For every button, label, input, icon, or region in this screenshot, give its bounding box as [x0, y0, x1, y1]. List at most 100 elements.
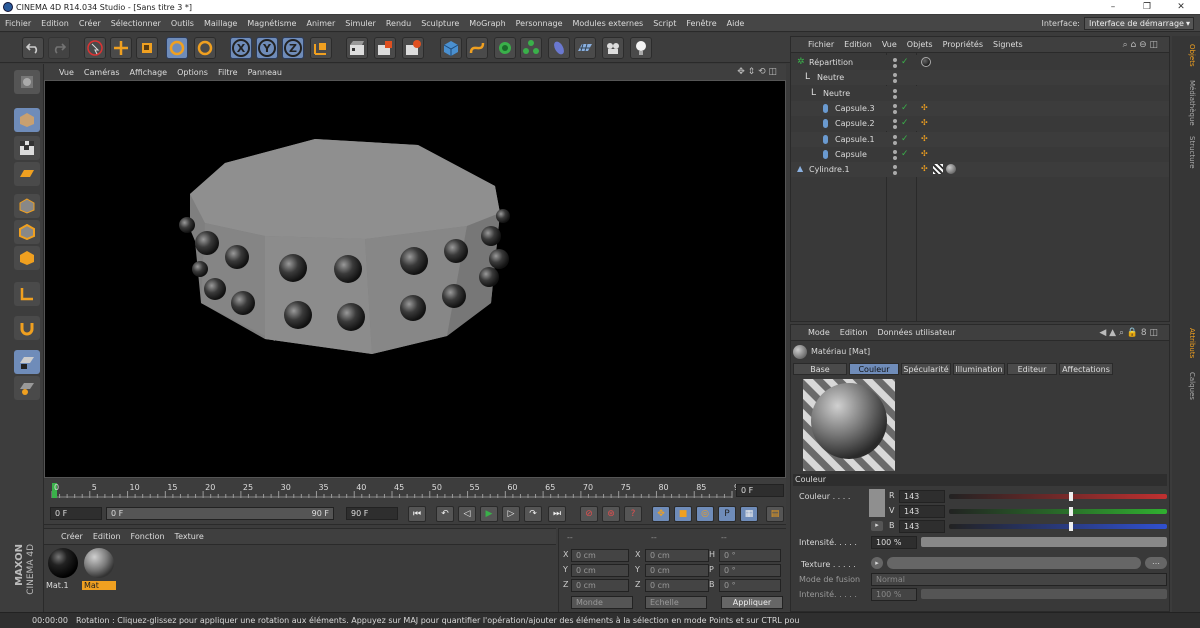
next-frame-icon[interactable]: ▷	[502, 506, 520, 522]
points-mode-icon[interactable]	[14, 194, 40, 218]
tab-attributs[interactable]: Attributs	[1176, 328, 1196, 358]
coord-value-field[interactable]: 0 °	[719, 549, 781, 562]
coord-value-field[interactable]: 0 cm	[645, 564, 709, 577]
viewport-menu-options[interactable]: Options	[172, 68, 213, 77]
phong-tag-icon[interactable]: ✣	[921, 149, 928, 158]
viewport-menu-vue[interactable]: Vue	[54, 68, 79, 77]
menu-outils[interactable]: Outils	[166, 19, 199, 28]
objects-menu-fichier[interactable]: Fichier	[803, 40, 839, 49]
object-row[interactable]: Capsule ✓ ✣	[791, 146, 1169, 162]
enabled-check-icon[interactable]: ✓	[901, 118, 909, 128]
material-tag-icon[interactable]	[921, 57, 931, 67]
texture-toggle-icon[interactable]: ▸	[871, 557, 883, 569]
cube-icon[interactable]	[440, 37, 462, 59]
coord-value-field[interactable]: 0 cm	[571, 564, 629, 577]
enabled-check-icon[interactable]: ✓	[901, 134, 909, 144]
phong-tag-icon[interactable]: ✣	[921, 118, 928, 127]
spline-icon[interactable]	[466, 37, 488, 59]
material-menu-fonction[interactable]: Fonction	[126, 532, 170, 541]
camera-icon[interactable]	[602, 37, 624, 59]
recent-tool-icon[interactable]	[194, 37, 216, 59]
objects-menu-proprietes[interactable]: Propriétés	[938, 40, 988, 49]
attr-menu-mode[interactable]: Mode	[803, 328, 835, 337]
key-position-icon[interactable]: ✥	[652, 506, 670, 522]
scale-icon[interactable]	[136, 37, 158, 59]
object-row[interactable]: Capsule.2 ✓ ✣	[791, 116, 1169, 132]
attr-tab[interactable]: Couleur	[849, 363, 899, 375]
object-row[interactable]: L Neutre	[791, 70, 1169, 86]
render-visibility-dot[interactable]	[893, 79, 897, 84]
go-to-start-icon[interactable]: ⏮	[408, 506, 426, 522]
texture-field[interactable]	[887, 557, 1141, 569]
viewport-menu-cameras[interactable]: Caméras	[79, 68, 125, 77]
tab-calques[interactable]: Calques	[1176, 372, 1196, 400]
key-rotation-icon[interactable]: ◎	[696, 506, 714, 522]
attr-tab[interactable]: Base	[793, 363, 847, 375]
start-frame-field[interactable]: 0 F	[50, 507, 102, 520]
rgb-channel-slider[interactable]	[949, 507, 1167, 516]
rgb-channel-slider[interactable]	[949, 492, 1167, 501]
material-slot[interactable]: Mat.1	[46, 547, 80, 591]
phong-tag-icon[interactable]: ✣	[921, 103, 928, 112]
coord-mode-select[interactable]: Monde	[571, 596, 633, 609]
render-visibility-dot[interactable]	[893, 125, 897, 130]
key-scale-icon[interactable]: ■	[674, 506, 692, 522]
coord-value-field[interactable]: 0 °	[719, 564, 781, 577]
phong-tag-icon[interactable]: ✣	[921, 164, 928, 173]
material-menu-edition[interactable]: Edition	[88, 532, 126, 541]
minimize-button[interactable]: –	[1096, 0, 1130, 14]
object-row[interactable]: L Neutre	[791, 85, 1169, 101]
viewport-nav-icons[interactable]: ✥ ⇕ ⟲ ◫	[732, 67, 782, 77]
render-to-picture-viewer-icon[interactable]	[374, 37, 396, 59]
objects-menu-objets[interactable]: Objets	[902, 40, 938, 49]
mix-mode-select[interactable]: Normal	[871, 573, 1167, 586]
menu-modules-externes[interactable]: Modules externes	[568, 19, 649, 28]
slider-handle[interactable]	[1069, 522, 1074, 531]
coordinate-system-icon[interactable]	[310, 37, 332, 59]
render-view-icon[interactable]	[346, 37, 368, 59]
coord-value-field[interactable]: 0 cm	[645, 549, 709, 562]
enabled-check-icon[interactable]: ✓	[901, 103, 909, 113]
menu-rendu[interactable]: Rendu	[381, 19, 416, 28]
menu-selectionner[interactable]: Sélectionner	[106, 19, 166, 28]
enabled-check-icon[interactable]: ✓	[901, 149, 909, 159]
objects-menu-vue[interactable]: Vue	[877, 40, 902, 49]
editor-visibility-dot[interactable]	[893, 103, 897, 108]
nurbs-icon[interactable]	[494, 37, 516, 59]
planar-workplane-icon[interactable]	[14, 376, 40, 400]
y-axis-lock-button[interactable]: Y	[256, 37, 278, 59]
menu-maillage[interactable]: Maillage	[199, 19, 242, 28]
editor-visibility-dot[interactable]	[893, 58, 897, 62]
attr-tab[interactable]: Illumination	[953, 363, 1005, 375]
enabled-check-icon[interactable]: ✓	[901, 57, 909, 67]
go-to-prev-key-icon[interactable]: ↶	[436, 506, 454, 522]
apply-button[interactable]: Appliquer	[721, 596, 783, 609]
editor-visibility-dot[interactable]	[893, 165, 897, 170]
texture-more-button[interactable]: …	[1145, 557, 1167, 569]
render-visibility-dot[interactable]	[893, 64, 897, 68]
timeline-window-icon[interactable]: ▤	[766, 506, 784, 522]
texture-mode-icon[interactable]	[14, 136, 40, 160]
material-tag-icon[interactable]	[946, 164, 956, 175]
menu-aide[interactable]: Aide	[722, 19, 750, 28]
attr-menu-edition[interactable]: Edition	[835, 328, 873, 337]
coord-value-field[interactable]: 0 cm	[571, 549, 629, 562]
record-icon[interactable]: ⊘	[580, 506, 598, 522]
render-visibility-dot[interactable]	[893, 94, 897, 99]
snapping-icon[interactable]	[14, 316, 40, 340]
render-visibility-dot[interactable]	[893, 140, 897, 145]
maximize-button[interactable]: ❐	[1130, 0, 1164, 14]
editor-visibility-dot[interactable]	[893, 88, 897, 93]
frame-range-slider[interactable]: 0 F 90 F	[106, 507, 334, 520]
phong-tag-icon[interactable]: ✣	[921, 134, 928, 143]
object-row[interactable]: ▲ Cylindre.1 ✣	[791, 162, 1169, 178]
editor-visibility-dot[interactable]	[893, 149, 897, 154]
max-frame-field[interactable]: 90 F	[346, 507, 398, 520]
material-slot-selected[interactable]: Mat	[82, 547, 116, 591]
go-to-end-icon[interactable]: ⏭	[548, 506, 566, 522]
menu-sculpture[interactable]: Sculpture	[416, 19, 464, 28]
array-icon[interactable]	[520, 37, 542, 59]
slider-handle[interactable]	[1069, 492, 1074, 501]
object-row[interactable]: ✲ Répartition ✓	[791, 55, 1169, 70]
rgb-channel-field[interactable]: 143	[899, 490, 945, 503]
